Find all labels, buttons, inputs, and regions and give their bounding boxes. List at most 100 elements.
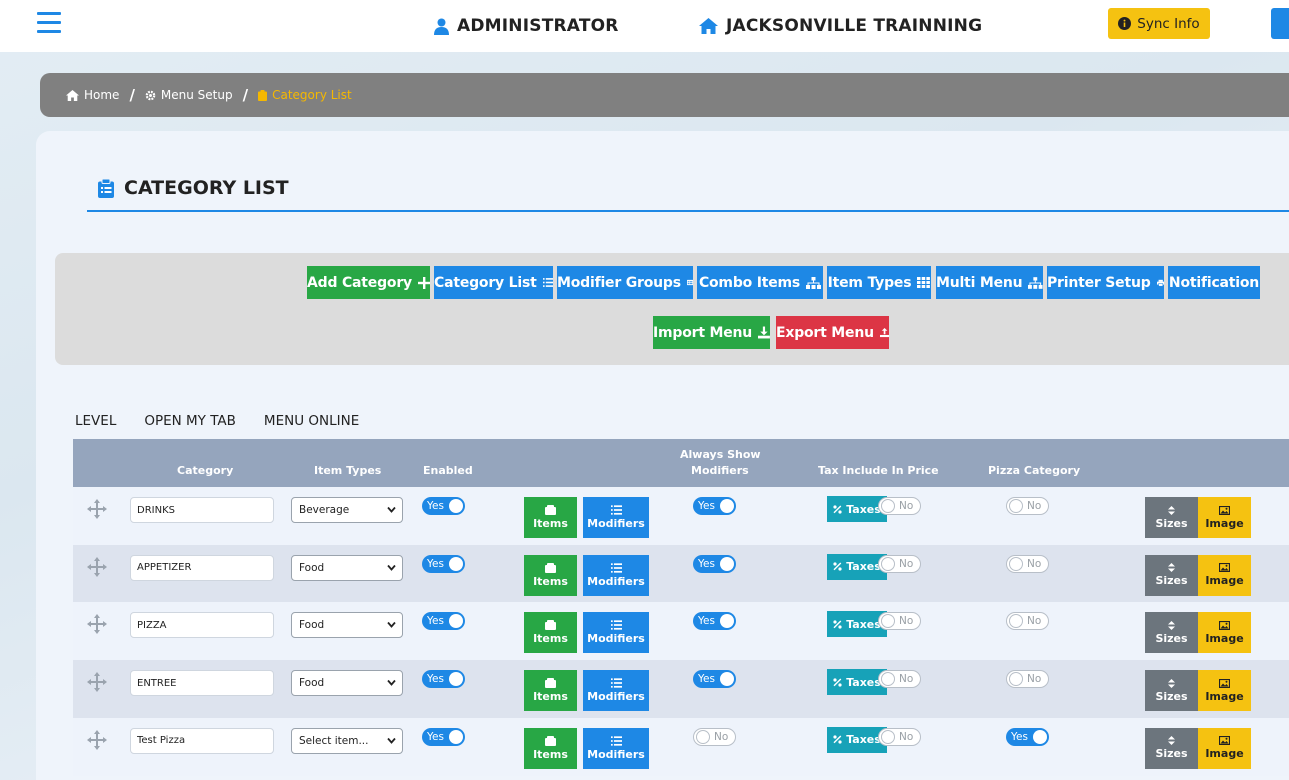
modifiers-button[interactable]: Modifiers — [583, 554, 649, 596]
image-button[interactable]: Image — [1198, 670, 1251, 712]
sizes-button[interactable]: Sizes — [1145, 670, 1198, 712]
enabled-toggle[interactable]: Yes — [422, 497, 465, 515]
always-show-modifiers-toggle[interactable]: Yes — [693, 612, 736, 631]
tax-include-toggle-label: No — [899, 500, 914, 512]
pizza-category-toggle[interactable]: No — [1006, 497, 1049, 515]
drag-handle[interactable] — [87, 499, 109, 521]
enabled-toggle[interactable]: Yes — [422, 554, 465, 573]
modifier-groups-button[interactable]: Modifier Groups — [557, 266, 693, 299]
download-icon — [758, 326, 770, 339]
user-indicator: ADMINISTRATOR — [434, 16, 619, 36]
modifiers-label: Modifiers — [587, 632, 645, 646]
always-show-modifiers-toggle[interactable]: Yes — [693, 554, 736, 573]
tax-include-toggle[interactable]: No — [878, 554, 921, 573]
item-type-select[interactable]: Beverage — [291, 497, 403, 523]
breadcrumb-category-list: Category List — [258, 88, 352, 102]
items-label: Items — [533, 517, 568, 530]
item-type-select[interactable]: Select item... — [291, 727, 403, 754]
item-type-select[interactable]: Food — [291, 612, 403, 639]
category-name-input[interactable] — [130, 727, 274, 754]
list-icon — [610, 620, 622, 631]
tab-menu-online[interactable]: MENU ONLINE — [264, 413, 359, 429]
category-list-button[interactable]: Category List — [434, 266, 553, 299]
enabled-toggle[interactable]: Yes — [422, 727, 465, 746]
menu-icon[interactable] — [37, 12, 61, 34]
taxes-label: Taxes — [846, 617, 881, 631]
toggle-knob — [449, 729, 463, 744]
toggle-knob — [720, 556, 734, 571]
category-name-input[interactable] — [130, 670, 274, 697]
item-type-select[interactable]: Food — [291, 670, 403, 697]
sort-icon — [1168, 505, 1175, 515]
list-icon — [542, 278, 553, 287]
items-button[interactable]: Items — [524, 497, 577, 538]
title-divider — [87, 210, 1289, 212]
item-types-button[interactable]: Item Types — [827, 266, 931, 299]
tax-include-toggle[interactable]: No — [878, 497, 921, 515]
drag-handle[interactable] — [87, 614, 109, 636]
pizza-category-toggle-label: No — [1027, 500, 1042, 512]
tab-open-my-tab[interactable]: OPEN MY TAB — [144, 413, 236, 429]
drag-handle[interactable] — [87, 556, 109, 579]
image-button[interactable]: Image — [1198, 497, 1251, 538]
store-label: JACKSONVILLE TRAINNING — [726, 16, 983, 36]
image-button[interactable]: Image — [1198, 612, 1251, 654]
items-label: Items — [533, 747, 568, 761]
toggle-knob — [1033, 729, 1047, 744]
breadcrumb-menu-setup[interactable]: Menu Setup — [145, 88, 233, 102]
combo-items-button[interactable]: Combo Items — [697, 266, 823, 299]
modifiers-button[interactable]: Modifiers — [583, 612, 649, 654]
notification-button[interactable]: Notification — [1168, 266, 1260, 299]
tax-include-toggle[interactable]: No — [878, 727, 921, 746]
sync-info-button[interactable]: Sync Info — [1108, 8, 1210, 39]
items-button[interactable]: Items — [524, 554, 577, 596]
pizza-category-toggle[interactable]: No — [1006, 554, 1049, 573]
enabled-toggle[interactable]: Yes — [422, 670, 465, 689]
home-icon — [699, 18, 718, 34]
printer-setup-button[interactable]: Printer Setup — [1047, 266, 1164, 299]
always-show-modifiers-toggle[interactable]: No — [693, 727, 736, 746]
import-menu-button[interactable]: Import Menu — [653, 316, 770, 349]
image-button[interactable]: Image — [1198, 554, 1251, 596]
enabled-toggle[interactable]: Yes — [422, 612, 465, 631]
category-list-label: Category List — [434, 274, 537, 291]
sizes-button[interactable]: Sizes — [1145, 554, 1198, 596]
modifiers-button[interactable]: Modifiers — [583, 727, 649, 769]
multi-menu-button[interactable]: Multi Menu — [936, 266, 1043, 299]
sizes-button[interactable]: Sizes — [1145, 497, 1198, 538]
sizes-button[interactable]: Sizes — [1145, 727, 1198, 769]
always-show-modifiers-toggle[interactable]: Yes — [693, 497, 736, 515]
printer-icon — [1156, 279, 1164, 286]
item-type-select[interactable]: Food — [291, 554, 403, 581]
pizza-category-toggle[interactable]: No — [1006, 612, 1049, 631]
always-show-modifiers-toggle[interactable]: Yes — [693, 670, 736, 689]
drag-handle[interactable] — [87, 672, 109, 694]
items-button[interactable]: Items — [524, 670, 577, 712]
notification-label: Notification — [1168, 274, 1260, 291]
category-name-input[interactable] — [130, 497, 274, 523]
box-icon — [545, 562, 556, 573]
export-menu-button[interactable]: Export Menu — [776, 316, 889, 349]
modifiers-button[interactable]: Modifiers — [583, 497, 649, 538]
category-name-input[interactable] — [130, 554, 274, 581]
tab-level[interactable]: LEVEL — [75, 413, 116, 429]
add-category-button[interactable]: Add Category — [307, 266, 430, 299]
pizza-category-toggle[interactable]: Yes — [1006, 727, 1049, 746]
sizes-button[interactable]: Sizes — [1145, 612, 1198, 654]
sizes-label: Sizes — [1155, 689, 1188, 703]
drag-handle[interactable] — [87, 729, 109, 752]
category-name-input[interactable] — [130, 612, 274, 639]
items-button[interactable]: Items — [524, 612, 577, 654]
tax-include-toggle[interactable]: No — [878, 612, 921, 631]
table-row: Food Yes Items Modifiers Yes Taxes No No Sizes Im… — [73, 544, 1289, 603]
list-icon — [610, 736, 622, 746]
items-button[interactable]: Items — [524, 727, 577, 769]
sort-icon — [1168, 736, 1175, 746]
tax-include-toggle[interactable]: No — [878, 670, 921, 689]
modifiers-button[interactable]: Modifiers — [583, 670, 649, 712]
cloud-button[interactable] — [1271, 8, 1289, 39]
pizza-category-toggle[interactable]: No — [1006, 670, 1049, 689]
breadcrumb-home[interactable]: Home — [66, 88, 119, 102]
image-button[interactable]: Image — [1198, 727, 1251, 769]
percent-icon — [833, 562, 842, 571]
